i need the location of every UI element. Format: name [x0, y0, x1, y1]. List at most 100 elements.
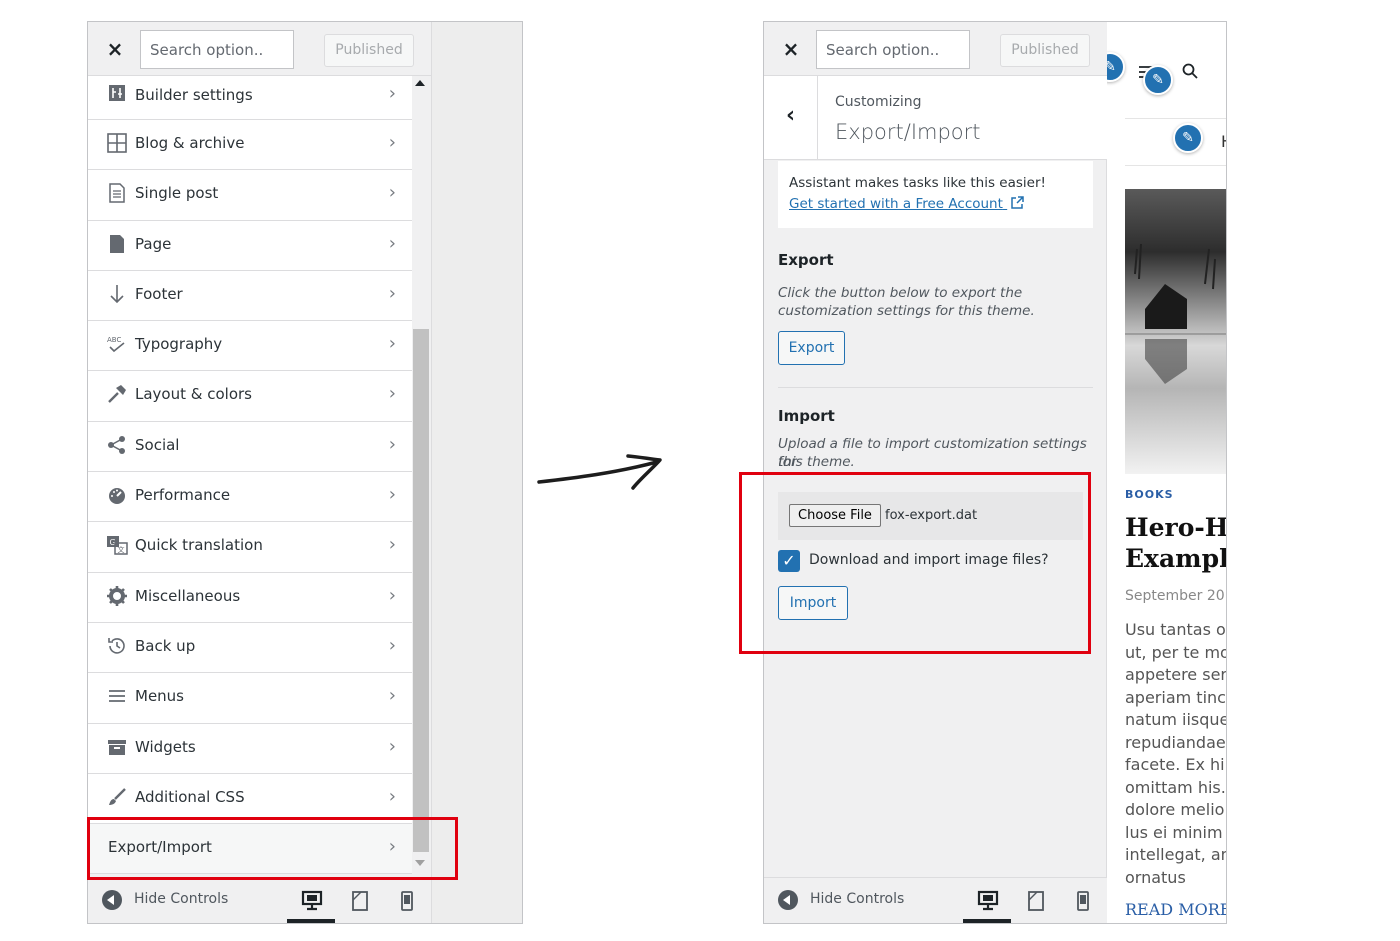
menu-item-typography[interactable]: ABC Typography › [88, 321, 412, 372]
transition-arrow-icon [537, 454, 662, 490]
menu-item-back-up[interactable]: Back up › [88, 622, 412, 674]
highlight-export-import-item [87, 817, 458, 880]
sidebar-scrollbar[interactable] [412, 76, 430, 870]
mobile-icon[interactable] [1070, 888, 1096, 914]
left-customizer-screenshot: × Search option.. Published Builder sett… [87, 21, 523, 924]
chevron-right-icon: › [388, 333, 396, 355]
post-title[interactable]: Hero-Ha Example [1125, 512, 1226, 574]
excerpt-line: ornatus [1125, 867, 1186, 887]
import-description-line-2: this theme. [778, 454, 855, 470]
menu-item-builder-settings[interactable]: Builder settings › [88, 76, 412, 120]
share-icon [106, 435, 128, 457]
menu-item-label: Additional CSS [135, 787, 245, 806]
back-chevron-icon[interactable]: ‹ [764, 76, 818, 160]
customizer-header: × Search option.. Published [764, 22, 1107, 76]
post-excerpt: Usu tantas o ut, per te mo appetere ser … [1125, 619, 1226, 889]
menu-item-label: Widgets [135, 737, 196, 756]
menu-item-label: Quick translation [135, 536, 263, 555]
published-button[interactable]: Published [324, 34, 414, 67]
menu-item-layout-colors[interactable]: Layout & colors › [88, 371, 412, 422]
menu-item-label: Typography [135, 335, 223, 354]
tablet-icon[interactable] [347, 888, 373, 914]
menu-item-quick-translation[interactable]: G文 Quick translation › [88, 522, 412, 573]
collapse-icon[interactable] [102, 890, 122, 910]
export-description-line-1: Click the button below to export the [778, 285, 1023, 301]
chevron-right-icon: › [388, 433, 396, 455]
export-heading: Export [778, 251, 834, 269]
customizer-header: × Search option.. Published [88, 22, 431, 76]
hide-controls-button[interactable]: Hide Controls [810, 891, 904, 907]
published-button[interactable]: Published [1000, 34, 1090, 67]
svg-text:文: 文 [118, 545, 125, 554]
scrollbar-thumb[interactable] [413, 329, 429, 852]
desktop-icon[interactable] [975, 888, 1001, 914]
menu-item-label: Layout & colors [135, 385, 252, 404]
nav-divider [1125, 165, 1226, 166]
free-account-link[interactable]: Get started with a Free Account [789, 196, 1082, 212]
edit-pencil-icon[interactable]: ✎ [1173, 123, 1203, 153]
search-input[interactable]: Search option.. [816, 30, 970, 69]
mobile-icon[interactable] [394, 888, 420, 914]
menu-item-widgets[interactable]: Widgets › [88, 723, 412, 774]
excerpt-line: natum iisque [1125, 710, 1226, 729]
nav-item-partial[interactable]: H [1221, 132, 1226, 151]
excerpt-line: repudiandae [1125, 732, 1226, 752]
post-title-line: Hero-Ha [1125, 513, 1226, 542]
menu-item-label: Page [135, 234, 172, 253]
desktop-icon[interactable] [299, 888, 325, 914]
excerpt-line: Usu tantas o [1125, 620, 1226, 639]
excerpt-line: omittam his. [1125, 777, 1226, 797]
menu-item-blog-archive[interactable]: Blog & archive › [88, 120, 412, 171]
menu-item-social[interactable]: Social › [88, 421, 412, 473]
panel-menu-list: Builder settings › Blog & archive › Sing… [88, 76, 412, 875]
hide-controls-button[interactable]: Hide Controls [134, 891, 228, 907]
chevron-right-icon: › [388, 484, 396, 506]
excerpt-line: intellegat, an [1125, 845, 1226, 864]
customizer-footer: Hide Controls [88, 877, 431, 923]
menu-item-performance[interactable]: Performance › [88, 472, 412, 523]
menu-item-footer[interactable]: Footer › [88, 270, 412, 322]
excerpt-line: aperiam tinci [1125, 687, 1226, 707]
menu-item-label: Builder settings [135, 86, 253, 104]
edit-pencil-icon[interactable]: ✎ [1107, 52, 1125, 82]
hammer-icon [106, 384, 128, 406]
tablet-icon[interactable] [1023, 888, 1049, 914]
grid-icon [106, 133, 128, 155]
nav-divider [1125, 118, 1226, 119]
export-button[interactable]: Export [778, 331, 845, 365]
post-category[interactable]: BOOKS [1125, 488, 1174, 501]
close-icon[interactable]: × [778, 36, 804, 62]
excerpt-line: facete. Ex hi [1125, 755, 1225, 774]
customizer-footer: Hide Controls [764, 877, 1107, 923]
menu-item-label: Menus [135, 687, 184, 706]
close-icon[interactable]: × [102, 36, 128, 62]
export-description-line-2: customization settings for this theme. [778, 303, 1035, 319]
scroll-up-arrow-icon[interactable] [415, 80, 425, 86]
history-icon [106, 636, 128, 658]
menu-item-label: Footer [135, 284, 183, 303]
edit-pencil-icon[interactable]: ✎ [1143, 65, 1173, 95]
chevron-right-icon: › [388, 282, 396, 304]
site-preview: ✎ ✎ ✎ H BOOKS Hero-Ha Example September … [1107, 22, 1226, 923]
builder-icon [106, 84, 128, 106]
customizer-sidebar: × Search option.. Published Builder sett… [88, 22, 432, 923]
post-thumbnail-image[interactable] [1125, 189, 1226, 474]
chevron-right-icon: › [388, 584, 396, 606]
search-icon[interactable] [1182, 63, 1198, 83]
menu-item-label: Miscellaneous [135, 586, 241, 605]
import-heading: Import [778, 407, 835, 425]
section-divider [778, 387, 1093, 388]
menu-lines-icon [106, 686, 128, 708]
chevron-right-icon: › [388, 182, 396, 204]
section-header: ‹ Customizing Export/Import [764, 76, 1107, 160]
free-account-link-label: Get started with a Free Account [789, 196, 1003, 212]
read-more-link[interactable]: READ MORE [1125, 900, 1226, 919]
menu-item-miscellaneous[interactable]: Miscellaneous › [88, 572, 412, 623]
menu-item-menus[interactable]: Menus › [88, 673, 412, 724]
menu-item-single-post[interactable]: Single post › [88, 170, 412, 221]
menu-item-page[interactable]: Page › [88, 220, 412, 271]
menu-item-label: Blog & archive [135, 134, 245, 152]
search-input[interactable]: Search option.. [140, 30, 294, 69]
dashboard-icon [106, 485, 128, 507]
collapse-icon[interactable] [778, 890, 798, 910]
